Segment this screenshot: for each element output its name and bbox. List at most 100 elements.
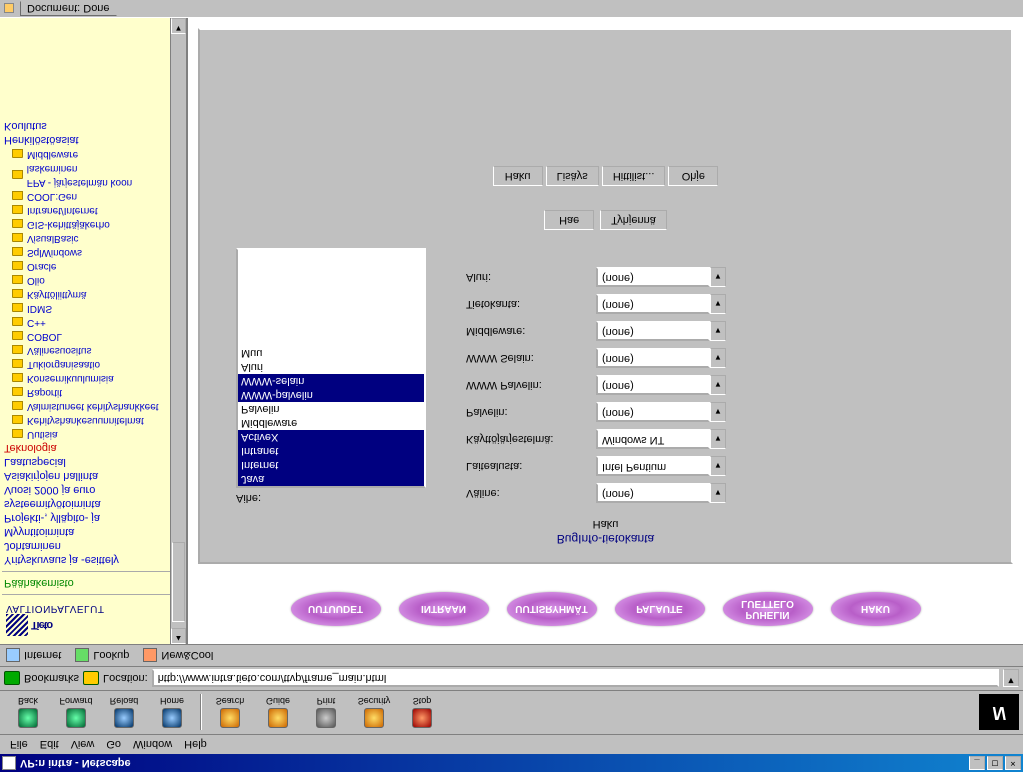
sidebar-subitem-6[interactable]: Välinesuositus xyxy=(2,343,184,357)
pill-palaute[interactable]: PALAUTE xyxy=(615,592,705,626)
pill-haku[interactable]: HAKU xyxy=(831,592,921,626)
tab-hittilista[interactable]: Hittilist... xyxy=(602,166,666,186)
internet-shortcut[interactable]: Internet xyxy=(6,649,61,663)
sidebar-subitem-1[interactable]: Kehityshankesuunnitelmat xyxy=(2,413,184,427)
dropdown-arrow-icon[interactable]: ▼ xyxy=(710,321,726,341)
bookmarks-icon[interactable] xyxy=(4,672,20,686)
dropdown-arrow-icon[interactable]: ▼ xyxy=(710,375,726,395)
sidebar-subitem-11[interactable]: Olio xyxy=(2,273,184,287)
sidebar-root-link[interactable]: Päähakemisto xyxy=(2,576,184,590)
tab-lisays[interactable]: Lisäys xyxy=(546,166,599,186)
sidebar-subitem-3[interactable]: Raportit xyxy=(2,385,184,399)
sidebar-subitem-0[interactable]: Uutisia xyxy=(2,427,184,441)
field-select[interactable]: (none)▼ xyxy=(596,375,726,395)
dropdown-arrow-icon[interactable]: ▼ xyxy=(710,483,726,503)
dropdown-arrow-icon[interactable]: ▼ xyxy=(710,294,726,314)
sidebar-item-0[interactable]: Yrityskuvaus ja -esittely xyxy=(2,553,184,567)
field-select[interactable]: Windows NT▼ xyxy=(596,429,726,449)
sidebar-item-5[interactable]: Asiakirjojen hallinta xyxy=(2,469,184,483)
newcool-shortcut[interactable]: New&Cool xyxy=(143,649,213,663)
reload-button[interactable]: Reload xyxy=(100,697,148,729)
list-item[interactable]: Middleware xyxy=(238,416,424,430)
field-select[interactable]: (none)▼ xyxy=(596,321,726,341)
sidebar-subitem-7[interactable]: COBOL xyxy=(2,329,184,343)
pill-puhelinluettelo[interactable]: PUHELIN LUETTELO xyxy=(723,592,813,626)
list-item[interactable]: Palvelin xyxy=(238,402,424,416)
url-dropdown-button[interactable]: ▼ xyxy=(1003,670,1019,688)
dropdown-arrow-icon[interactable]: ▼ xyxy=(710,402,726,422)
forward-button[interactable]: Forward xyxy=(52,697,100,729)
sidebar-subitem-15[interactable]: GIS-kehittäjäkerho xyxy=(2,217,184,231)
sidebar-after-0[interactable]: Henkilöstöasiat xyxy=(2,133,184,147)
print-button[interactable]: Print xyxy=(302,697,350,729)
sidebar-subitem-10[interactable]: Käyttöliittymä xyxy=(2,287,184,301)
dropdown-arrow-icon[interactable]: ▼ xyxy=(710,429,726,449)
menu-view[interactable]: View xyxy=(65,737,101,753)
minimize-button[interactable]: _ xyxy=(969,756,985,770)
page-proxy-icon[interactable] xyxy=(83,672,99,686)
tyhjenna-button[interactable]: Tyhjennä xyxy=(600,210,667,230)
sidebar-item-3[interactable]: Projekti-, ylläpito- ja systeemityötoimi… xyxy=(2,497,184,525)
scroll-thumb[interactable] xyxy=(172,542,185,622)
field-select[interactable]: (none)▼ xyxy=(596,267,726,287)
sidebar-scrollbar[interactable]: ▲ ▼ xyxy=(170,18,186,644)
sidebar-subitem-14[interactable]: VisualBasic xyxy=(2,231,184,245)
hae-button[interactable]: Hae xyxy=(544,210,594,230)
pill-uutuudet[interactable]: UUTUUDET xyxy=(291,592,381,626)
dropdown-arrow-icon[interactable]: ▼ xyxy=(710,456,726,476)
sidebar-item-1[interactable]: Johtaminen xyxy=(2,539,184,553)
field-select[interactable]: (none)▼ xyxy=(596,348,726,368)
sidebar-subitem-18[interactable]: FPA - järjestelmän koon laskeminen xyxy=(2,161,184,189)
list-item[interactable]: Muu xyxy=(238,346,424,360)
menu-go[interactable]: Go xyxy=(100,737,127,753)
sidebar-subitem-17[interactable]: COOL:Gen xyxy=(2,189,184,203)
tab-ohje[interactable]: Ohje xyxy=(668,166,718,186)
field-select[interactable]: (none)▼ xyxy=(596,483,726,503)
scroll-down-button[interactable]: ▼ xyxy=(171,18,186,34)
sidebar-subitem-13[interactable]: SqlWindows xyxy=(2,245,184,259)
stop-button[interactable]: Stop xyxy=(398,697,446,729)
dropdown-arrow-icon[interactable]: ▼ xyxy=(710,267,726,287)
maximize-button[interactable]: □ xyxy=(987,756,1003,770)
menu-help[interactable]: Help xyxy=(178,737,213,753)
aihe-listbox[interactable]: JavaInternetIntranetActiveXMiddlewarePal… xyxy=(236,248,426,488)
list-item[interactable]: Java xyxy=(238,472,424,486)
list-item[interactable]: ActiveX xyxy=(238,430,424,444)
sidebar-subitem-8[interactable]: C++ xyxy=(2,315,184,329)
sidebar-subitem-12[interactable]: Oracle xyxy=(2,259,184,273)
sidebar-subitem-16[interactable]: Intranet/Internet xyxy=(2,203,184,217)
sidebar-item-teknologia[interactable]: Teknologia xyxy=(2,441,184,455)
menu-window[interactable]: Window xyxy=(127,737,178,753)
list-item[interactable]: WWW-selain xyxy=(238,374,424,388)
sidebar-subitem-4[interactable]: Konsernikuulumisia xyxy=(2,371,184,385)
list-item[interactable]: Aluri xyxy=(238,360,424,374)
tab-haku[interactable]: Haku xyxy=(493,166,543,186)
menu-edit[interactable]: Edit xyxy=(34,737,65,753)
list-item[interactable]: Intranet xyxy=(238,444,424,458)
guide-button[interactable]: Guide xyxy=(254,697,302,729)
sidebar-item-6[interactable]: Laatuspecial xyxy=(2,455,184,469)
home-button[interactable]: Home xyxy=(148,697,196,729)
field-select[interactable]: (none)▼ xyxy=(596,402,726,422)
dropdown-arrow-icon[interactable]: ▼ xyxy=(710,348,726,368)
pill-intraan[interactable]: INTRAAN xyxy=(399,592,489,626)
list-item[interactable]: Internet xyxy=(238,458,424,472)
back-button[interactable]: Back xyxy=(4,697,52,729)
sidebar-after-1[interactable]: Koulutus xyxy=(2,119,184,133)
sidebar-subitem-2[interactable]: Valmistuneet kehityshankkeet xyxy=(2,399,184,413)
search-button[interactable]: Search xyxy=(206,697,254,729)
sidebar-item-4[interactable]: Vuosi 2000 ja euro xyxy=(2,483,184,497)
lookup-shortcut[interactable]: Lookup xyxy=(75,649,129,663)
scroll-up-button[interactable]: ▲ xyxy=(171,628,186,644)
field-select[interactable]: Intel Pentium▼ xyxy=(596,456,726,476)
bookmarks-label[interactable]: Bookmarks xyxy=(24,673,79,685)
sidebar-subitem-9[interactable]: IDMS xyxy=(2,301,184,315)
sidebar-subitem-5[interactable]: Tukiorganisaatio xyxy=(2,357,184,371)
url-input[interactable] xyxy=(152,670,999,688)
field-select[interactable]: (none)▼ xyxy=(596,294,726,314)
security-lock-icon[interactable] xyxy=(4,4,14,14)
pill-uutisryhmat[interactable]: UUTISRYHMÄT xyxy=(507,592,597,626)
security-button[interactable]: Security xyxy=(350,697,398,729)
menu-file[interactable]: File xyxy=(4,737,34,753)
list-item[interactable]: WWW-palvelin xyxy=(238,388,424,402)
